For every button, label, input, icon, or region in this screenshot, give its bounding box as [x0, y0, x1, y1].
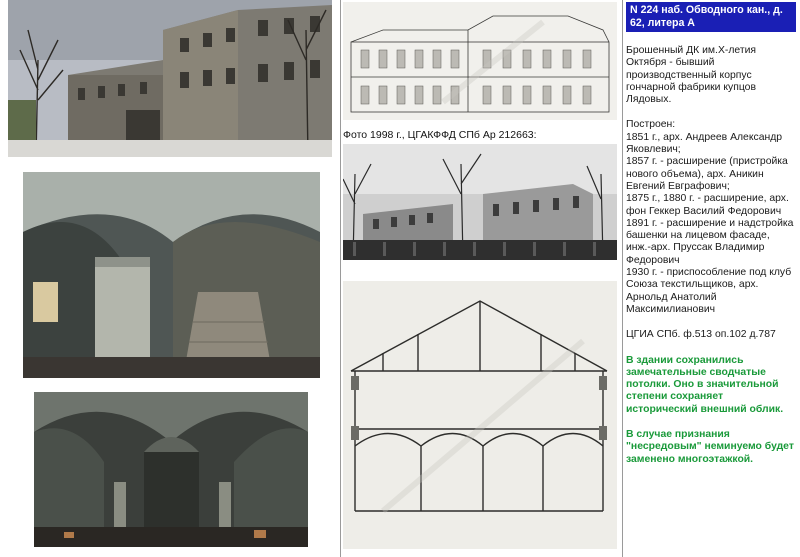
address-header: N 224 наб. Обводного кан., д. 62, литера…	[626, 2, 796, 32]
section-drawing	[343, 281, 617, 549]
building-description: Брошенный ДК им.Х-летия Октября - бывший…	[626, 45, 757, 106]
photo-caption: Фото 1998 г., ЦГАКФФД СПб Ар 212663:	[343, 129, 537, 141]
history-label: Построен:	[626, 119, 676, 131]
preservation-note: В здании сохранились замечательные сводч…	[626, 354, 784, 415]
column-divider-left	[340, 0, 341, 557]
history-entry: 1875 г., 1880 г. - расширение, арх. фон …	[626, 193, 789, 217]
column-divider-right	[622, 0, 623, 557]
interior-vaults-photo	[34, 392, 308, 547]
history-entry: 1891 г. - расширение и надстройка башенк…	[626, 217, 794, 266]
interior-staircase-photo	[23, 172, 320, 378]
exterior-photo	[8, 0, 332, 157]
history-entry: 1857 г. - расширение (пристройка нового …	[626, 156, 788, 192]
demolition-warning: В случае признания "несредовым" неминуем…	[626, 429, 794, 465]
history-entry: 1851 г., арх. Андреев Александр Яковлеви…	[626, 131, 783, 156]
history-entry: 1930 г. - приспособление под клуб Союза …	[626, 267, 792, 315]
archive-reference: ЦГИА СПб. ф.513 оп.102 д.787	[626, 329, 776, 341]
facade-drawing	[343, 2, 617, 120]
text-column: N 224 наб. Обводного кан., д. 62, литера…	[626, 2, 796, 466]
archive-photo-1998	[343, 144, 617, 260]
